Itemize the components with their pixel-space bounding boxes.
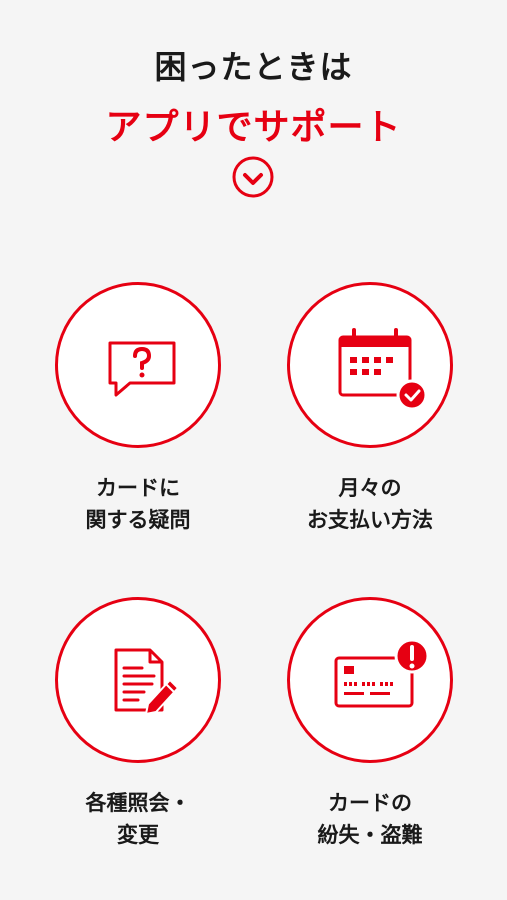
lost-stolen-card-button[interactable]: カードの 紛失・盗難 [282,597,462,857]
document-edit-icon [114,648,179,715]
chevron-down-icon[interactable] [231,155,275,199]
monthly-payment-label: 月々の お支払い方法 [307,476,433,532]
lost-stolen-card-circle [287,597,453,763]
question-bubble-icon [108,341,176,397]
inquiries-changes-label: 各種照会・ 変更 [85,791,191,847]
page-subtitle: アプリでサポート [105,107,402,148]
monthly-payment-circle [287,282,453,448]
card-questions-label: カードに 関する疑問 [85,476,191,532]
card-alert-icon [334,638,430,708]
lost-stolen-card-label: カードの 紛失・盗難 [317,791,423,847]
card-questions-button[interactable]: カードに 関する疑問 [50,282,230,542]
card-questions-circle [55,282,221,448]
inquiries-changes-button[interactable]: 各種照会・ 変更 [50,597,230,857]
calendar-check-icon [338,328,428,411]
inquiries-changes-circle [55,597,221,763]
page-title: 困ったときは [154,48,353,86]
monthly-payment-button[interactable]: 月々の お支払い方法 [282,282,462,542]
